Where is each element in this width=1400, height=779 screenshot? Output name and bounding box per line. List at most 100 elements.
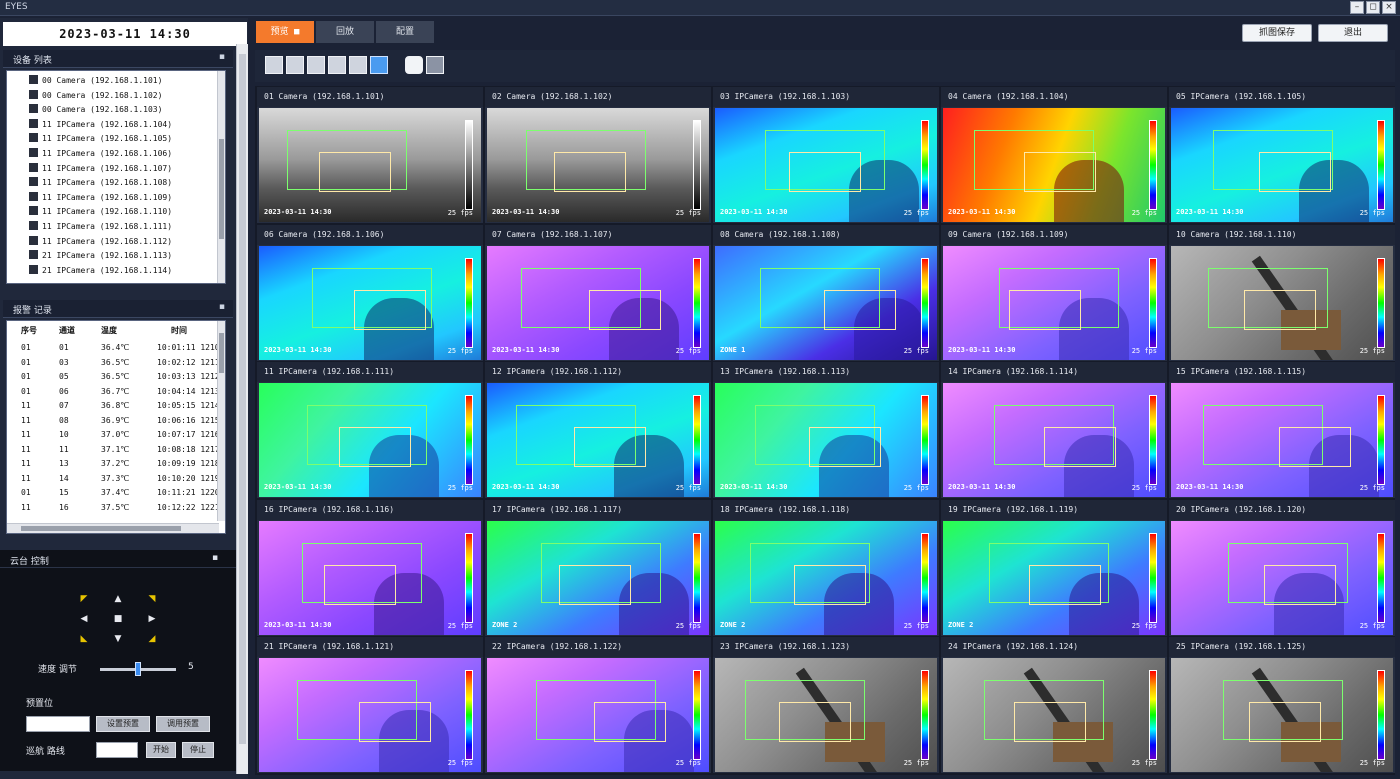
collapse-icon[interactable]: ▪ xyxy=(212,553,218,563)
device-panel-header[interactable]: 设备 列表 ▪ xyxy=(3,50,233,68)
camera-tile[interactable]: 06 Camera (192.168.1.106) 2023-03-11 14:3… xyxy=(257,224,483,361)
camera-feed[interactable]: 2023-03-11 14:30 25 fps xyxy=(259,520,481,635)
cruise-input[interactable] xyxy=(96,742,138,758)
device-tree-item[interactable]: 11 IPCamera (192.168.1.109) xyxy=(29,191,172,206)
record-table-scrollbar[interactable] xyxy=(217,321,225,521)
cruise-stop-button[interactable]: 停止 xyxy=(182,742,214,758)
camera-tile[interactable]: 03 IPCamera (192.168.1.103) 2023-03-11 14… xyxy=(713,87,939,223)
tab-playback[interactable]: 回放 xyxy=(316,21,374,43)
camera-feed[interactable]: 2023-03-11 14:30 25 fps xyxy=(1171,108,1393,222)
camera-feed[interactable]: 2023-03-11 14:30 25 fps xyxy=(259,245,481,360)
camera-tile[interactable]: 18 IPCamera (192.168.1.118) ZONE 2 25 fps xyxy=(713,499,939,636)
arrow-up-icon[interactable]: ▲ xyxy=(112,594,124,604)
camera-feed[interactable]: 2023-03-11 14:30 25 fps xyxy=(487,383,709,497)
camera-feed[interactable]: 2023-03-11 14:30 25 fps xyxy=(943,383,1165,497)
device-tree-item[interactable]: 00 Camera (192.168.1.102) xyxy=(29,89,162,104)
camera-feed[interactable]: 25 fps xyxy=(1171,520,1393,635)
grid-2x2-icon[interactable] xyxy=(286,56,304,74)
alarm-record-table[interactable]: 序号 通道 温度 时间 01 01 36.4℃ 10:01:11 1210 01 03 36… xyxy=(6,320,226,534)
maximize-button[interactable]: ◻ xyxy=(1366,1,1380,14)
preset-input[interactable] xyxy=(26,716,90,732)
camera-tile[interactable]: 23 IPCamera (192.168.1.123) 25 fps xyxy=(713,637,939,773)
camera-feed[interactable]: 2023-03-11 14:30 25 fps xyxy=(715,108,937,222)
camera-tile[interactable]: 01 Camera (192.168.1.101) 2023-03-11 14:3… xyxy=(257,87,483,223)
record-icon[interactable] xyxy=(405,56,423,74)
device-tree-item[interactable]: 00 Camera (192.168.1.103) xyxy=(29,104,162,118)
device-tree-item[interactable]: 11 IPCamera (192.168.1.105) xyxy=(29,133,172,147)
arrow-left-icon[interactable]: ◀ xyxy=(78,614,90,624)
arrow-down-icon[interactable]: ▼ xyxy=(112,634,124,644)
camera-feed[interactable]: 25 fps xyxy=(1171,658,1393,772)
camera-feed[interactable]: 2023-03-11 14:30 25 fps xyxy=(943,245,1165,360)
device-tree-item[interactable]: 11 IPCamera (192.168.1.108) xyxy=(29,177,172,191)
ptz-panel-header[interactable]: 云台 控制 ▪ xyxy=(0,550,236,568)
camera-tile[interactable]: 04 Camera (192.168.1.104) 2023-03-11 14:3… xyxy=(941,87,1167,223)
camera-tile[interactable]: 19 IPCamera (192.168.1.119) ZONE 2 25 fps xyxy=(941,499,1167,636)
grid-3x3-icon[interactable] xyxy=(307,56,325,74)
camera-feed[interactable]: 25 fps xyxy=(487,658,709,772)
arrow-down-left-icon[interactable]: ◣ xyxy=(78,634,90,644)
device-tree-scrollbar[interactable] xyxy=(217,71,225,283)
camera-tile[interactable]: 22 IPCamera (192.168.1.122) 25 fps xyxy=(485,637,711,773)
sidebar-scrollbar[interactable] xyxy=(236,44,248,774)
monitor-icon[interactable] xyxy=(426,56,444,74)
camera-tile[interactable]: 12 IPCamera (192.168.1.112) 2023-03-11 14… xyxy=(485,362,711,498)
camera-tile[interactable]: 09 Camera (192.168.1.109) 2023-03-11 14:3… xyxy=(941,224,1167,361)
camera-tile[interactable]: 05 IPCamera (192.168.1.105) 2023-03-11 14… xyxy=(1169,87,1395,223)
device-tree-item[interactable]: 11 IPCamera (192.168.1.106) xyxy=(29,148,172,162)
camera-feed[interactable]: 25 fps xyxy=(715,658,937,772)
device-tree-item[interactable]: 00 Camera (192.168.1.101) xyxy=(29,75,162,89)
grid-5x5-icon[interactable] xyxy=(349,56,367,74)
speed-slider-thumb[interactable] xyxy=(135,662,141,676)
camera-feed[interactable]: 2023-03-11 14:30 25 fps xyxy=(943,108,1165,222)
grid-1x1-icon[interactable] xyxy=(265,56,283,74)
camera-feed[interactable]: 2023-03-11 14:30 25 fps xyxy=(487,245,709,360)
camera-tile[interactable]: 15 IPCamera (192.168.1.115) 2023-03-11 14… xyxy=(1169,362,1395,498)
record-panel-header[interactable]: 报警 记录 ▪ xyxy=(3,300,233,318)
arrow-right-icon[interactable]: ▶ xyxy=(146,614,158,624)
camera-tile[interactable]: 11 IPCamera (192.168.1.111) 2023-03-11 14… xyxy=(257,362,483,498)
camera-feed[interactable]: ZONE 2 25 fps xyxy=(487,520,709,635)
camera-feed[interactable]: 2023-03-11 14:30 25 fps xyxy=(715,383,937,497)
call-preset-button[interactable]: 调用预置 xyxy=(156,716,210,732)
ptz-center-icon[interactable]: ■ xyxy=(112,614,124,624)
set-preset-button[interactable]: 设置预置 xyxy=(96,716,150,732)
arrow-up-left-icon[interactable]: ◤ xyxy=(78,594,90,604)
camera-tile[interactable]: 21 IPCamera (192.168.1.121) 25 fps xyxy=(257,637,483,773)
arrow-down-right-icon[interactable]: ◢ xyxy=(146,634,158,644)
camera-feed[interactable]: 25 fps xyxy=(1171,245,1393,360)
device-tree-item[interactable]: 21 IPCamera (192.168.1.113) xyxy=(29,250,172,264)
camera-feed[interactable]: 2023-03-11 14:30 25 fps xyxy=(259,383,481,497)
camera-tile[interactable]: 08 Camera (192.168.1.108) ZONE 1 25 fps xyxy=(713,224,939,361)
exit-button[interactable]: 退出 xyxy=(1318,24,1388,42)
camera-feed[interactable]: 2023-03-11 14:30 25 fps xyxy=(259,108,481,222)
arrow-up-right-icon[interactable]: ◥ xyxy=(146,594,158,604)
device-tree-item[interactable]: 11 IPCamera (192.168.1.110) xyxy=(29,206,172,220)
camera-feed[interactable]: 2023-03-11 14:30 25 fps xyxy=(487,108,709,222)
record-table-hscrollbar[interactable] xyxy=(7,523,219,533)
camera-feed[interactable]: 25 fps xyxy=(259,658,481,772)
minimize-button[interactable]: – xyxy=(1350,1,1364,14)
camera-tile[interactable]: 14 IPCamera (192.168.1.114) 2023-03-11 14… xyxy=(941,362,1167,498)
camera-tile[interactable]: 16 IPCamera (192.168.1.116) 2023-03-11 14… xyxy=(257,499,483,636)
collapse-icon[interactable]: ▪ xyxy=(219,52,225,62)
device-tree-item[interactable]: 21 IPCamera (192.168.1.114) xyxy=(29,264,172,279)
device-tree-item[interactable]: 11 IPCamera (192.168.1.104) xyxy=(29,118,172,133)
device-tree[interactable]: 00 Camera (192.168.1.101) 00 Camera (192.… xyxy=(6,70,226,284)
camera-feed[interactable]: ZONE 2 25 fps xyxy=(943,520,1165,635)
collapse-icon[interactable]: ▪ xyxy=(219,302,225,312)
camera-tile[interactable]: 17 IPCamera (192.168.1.117) ZONE 2 25 fps xyxy=(485,499,711,636)
camera-feed[interactable]: ZONE 1 25 fps xyxy=(715,245,937,360)
camera-tile[interactable]: 13 IPCamera (192.168.1.113) 2023-03-11 14… xyxy=(713,362,939,498)
camera-tile[interactable]: 10 Camera (192.168.1.110) 25 fps xyxy=(1169,224,1395,361)
camera-feed[interactable]: 25 fps xyxy=(943,658,1165,772)
camera-tile[interactable]: 02 Camera (192.168.1.102) 2023-03-11 14:3… xyxy=(485,87,711,223)
camera-tile[interactable]: 20 IPCamera (192.168.1.120) 25 fps xyxy=(1169,499,1395,636)
camera-feed[interactable]: ZONE 2 25 fps xyxy=(715,520,937,635)
fullscreen-icon[interactable] xyxy=(370,56,388,74)
tab-preview[interactable]: 预览 ■ xyxy=(256,21,314,43)
camera-tile[interactable]: 07 Camera (192.168.1.107) 2023-03-11 14:3… xyxy=(485,224,711,361)
device-tree-item[interactable]: 11 IPCamera (192.168.1.111) xyxy=(29,221,172,235)
tab-config[interactable]: 配置 xyxy=(376,21,434,43)
device-tree-item[interactable]: 11 IPCamera (192.168.1.112) xyxy=(29,235,172,250)
